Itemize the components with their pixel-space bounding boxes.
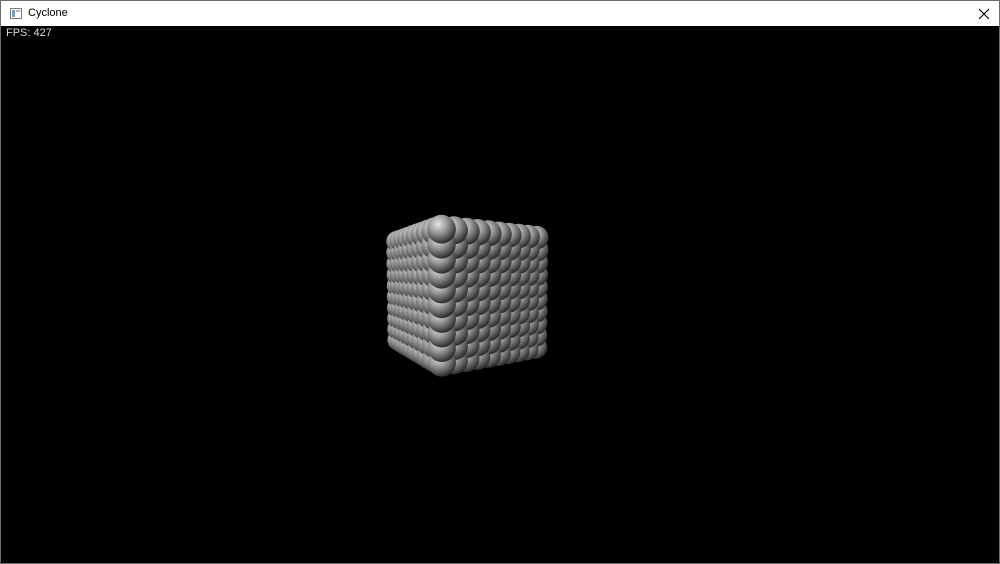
fps-counter: FPS: 427 [6, 27, 52, 39]
render-viewport[interactable]: FPS: 427 [1, 26, 999, 563]
particle-cube-scene [386, 214, 549, 377]
sphere-group [386, 214, 549, 377]
app-icon [10, 8, 22, 19]
window-title: Cyclone [28, 7, 68, 19]
close-button[interactable] [969, 1, 999, 26]
sphere [427, 214, 456, 244]
title-bar[interactable]: Cyclone [1, 1, 999, 26]
close-icon [978, 8, 990, 19]
app-window: Cyclone FPS: 427 [0, 0, 1000, 564]
